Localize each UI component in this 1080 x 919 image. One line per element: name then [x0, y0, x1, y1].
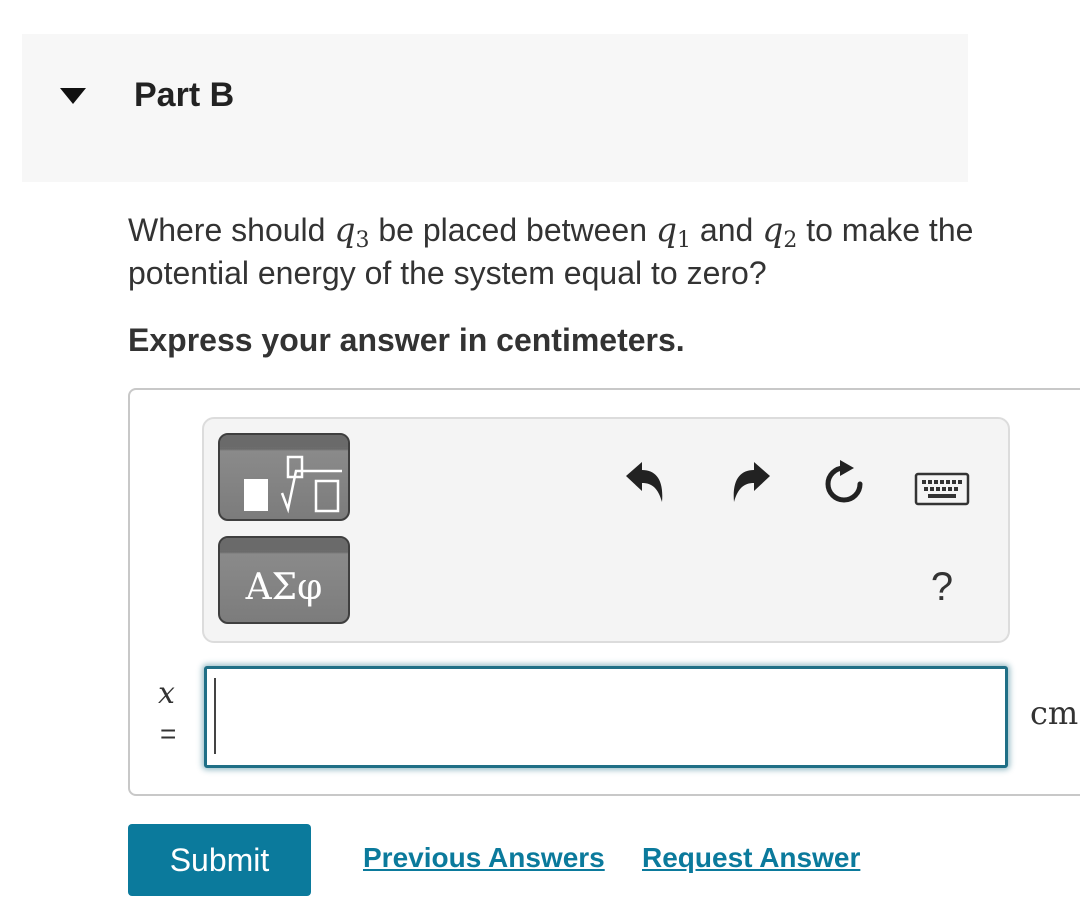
redo-icon[interactable]: [728, 458, 772, 506]
templates-icon: [244, 455, 342, 514]
keyboard-icon[interactable]: [914, 472, 970, 506]
variable-q3: q3: [334, 210, 370, 253]
answer-variable: x: [158, 676, 175, 711]
request-answer-link[interactable]: Request Answer: [642, 838, 860, 878]
unit-label: cm: [1030, 694, 1079, 732]
submit-button[interactable]: Submit: [128, 824, 311, 896]
symbols-label: ΑΣφ: [245, 567, 323, 608]
variable-q1: q1: [655, 210, 692, 253]
question-text: Where should q3 be placed between q1 and…: [128, 208, 988, 295]
caret-down-icon[interactable]: [58, 84, 88, 108]
question-text-mid1: be placed between: [369, 212, 656, 248]
symbols-button[interactable]: ΑΣφ: [218, 536, 350, 624]
part-title: Part B: [134, 76, 235, 114]
reset-icon[interactable]: [820, 458, 868, 510]
answer-input[interactable]: [204, 666, 1008, 768]
answer-instruction: Express your answer in centimeters.: [128, 322, 685, 358]
undo-icon[interactable]: [624, 458, 668, 506]
text-caret: [214, 678, 216, 754]
help-button[interactable]: ?: [922, 562, 962, 612]
equals-sign: =: [160, 718, 177, 749]
templates-button[interactable]: [218, 433, 350, 521]
button-topbar: [220, 538, 348, 550]
previous-answers-link[interactable]: Previous Answers: [363, 838, 605, 878]
question-text-mid2: and: [691, 212, 763, 248]
variable-q2: q2: [762, 210, 798, 253]
question-text-before: Where should: [128, 212, 335, 248]
